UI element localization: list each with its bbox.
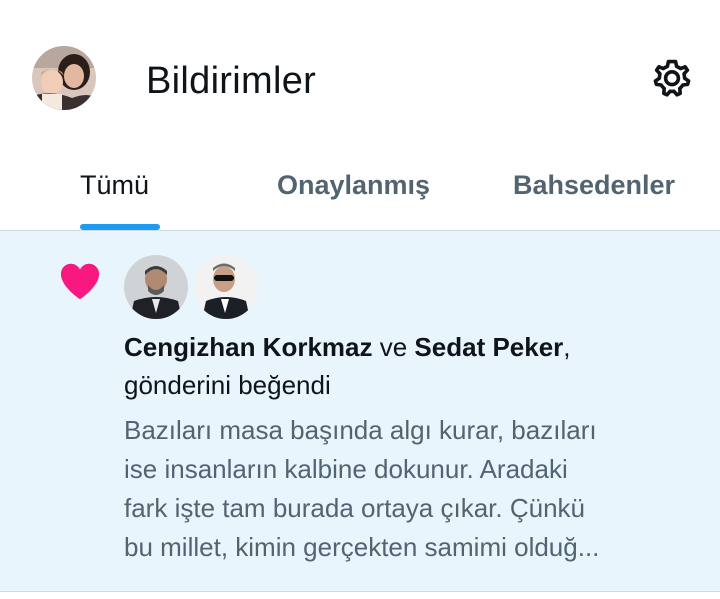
tab-mentions[interactable]: Bahsedenler (513, 168, 675, 202)
notification-tabs: Tümü Onaylanmış Bahsedenler (0, 150, 720, 231)
comma-text: , (563, 332, 571, 362)
heart-icon (58, 261, 102, 301)
preview-line: ise insanların kalbine dokunur. Aradaki (124, 454, 568, 484)
preview-line: Bazıları masa başında algı kurar, bazıla… (124, 415, 597, 445)
liker-name-2[interactable]: Sedat Peker (414, 332, 563, 362)
gear-icon[interactable] (648, 56, 696, 104)
liker-avatar-2[interactable] (194, 255, 258, 319)
notification-action: gönderini beğendi (124, 370, 331, 400)
page-title: Bildirimler (146, 60, 317, 102)
liker-name-1[interactable]: Cengizhan Korkmaz (124, 332, 373, 362)
divider (0, 591, 720, 592)
notification-text: Cengizhan Korkmaz ve Sedat Peker, (124, 329, 571, 365)
preview-line: bu millet, kimin gerçekten samimi olduğ.… (124, 532, 600, 562)
tab-all[interactable]: Tümü (80, 168, 149, 202)
notification-item[interactable]: Cengizhan Korkmaz ve Sedat Peker, gönder… (0, 231, 720, 591)
profile-avatar[interactable] (32, 46, 96, 110)
liker-avatar-1[interactable] (124, 255, 188, 319)
post-preview[interactable]: Bazıları masa başında algı kurar, bazıla… (124, 411, 704, 567)
preview-line: fark işte tam burada ortaya çıkar. Çünkü (124, 493, 585, 523)
avatar-image (32, 46, 96, 110)
tab-verified[interactable]: Onaylanmış (277, 168, 430, 202)
active-tab-indicator (80, 224, 160, 230)
top-app-bar: Bildirimler (0, 0, 720, 150)
connector-text: ve (372, 332, 415, 362)
